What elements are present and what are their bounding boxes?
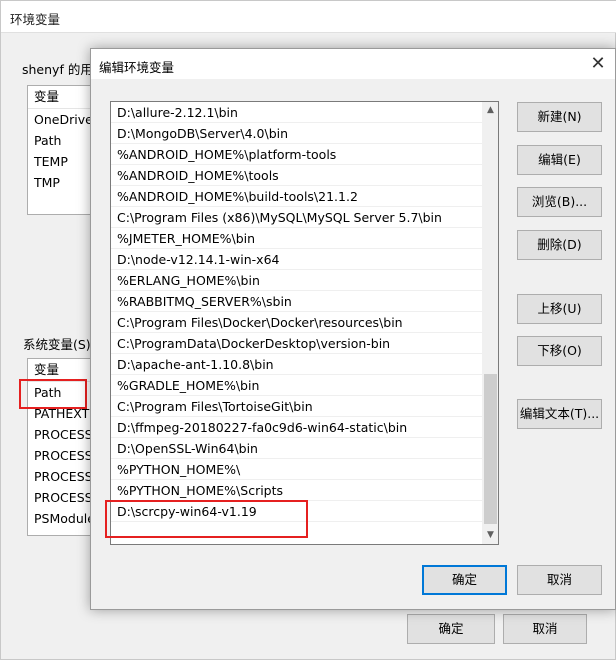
delete-button[interactable]: 删除(D) <box>517 230 602 260</box>
bg-cancel-button[interactable]: 取消 <box>503 614 587 644</box>
user-var-row[interactable]: OneDrive <box>28 109 96 130</box>
path-entry-row[interactable]: %GRADLE_HOME%\bin <box>111 375 482 396</box>
vertical-scrollbar[interactable]: ▲ ▼ <box>482 102 498 544</box>
bg-ok-button[interactable]: 确定 <box>407 614 495 644</box>
edit-button[interactable]: 编辑(E) <box>517 145 602 175</box>
path-entry-row[interactable]: %PYTHON_HOME%\Scripts <box>111 480 482 501</box>
system-var-row[interactable]: PROCESSO <box>28 487 96 508</box>
path-entry-row[interactable]: %JMETER_HOME%\bin <box>111 228 482 249</box>
path-entry-row[interactable]: D:\apache-ant-1.10.8\bin <box>111 354 482 375</box>
move-up-button[interactable]: 上移(U) <box>517 294 602 324</box>
path-entries-list[interactable]: D:\allure-2.12.1\bin D:\MongoDB\Server\4.… <box>110 101 499 545</box>
user-var-row[interactable]: TMP <box>28 172 96 193</box>
path-entry-row[interactable]: D:\allure-2.12.1\bin <box>111 102 482 123</box>
path-entry-row[interactable]: D:\ffmpeg-20180227-fa0c9d6-win64-static\… <box>111 417 482 438</box>
scrollbar-thumb[interactable] <box>484 374 497 524</box>
path-entry-row[interactable]: %ANDROID_HOME%\tools <box>111 165 482 186</box>
system-var-row[interactable]: PROCESSO <box>28 424 96 445</box>
edit-dialog-title: 编辑环境变量 <box>99 60 175 75</box>
path-entry-row[interactable]: C:\ProgramData\DockerDesktop\version-bin <box>111 333 482 354</box>
path-entry-row[interactable]: C:\Program Files\TortoiseGit\bin <box>111 396 482 417</box>
system-var-row[interactable]: PROCESSO <box>28 466 96 487</box>
path-entry-row[interactable]: D:\node-v12.14.1-win-x64 <box>111 249 482 270</box>
path-entry-row[interactable]: D:\OpenSSL-Win64\bin <box>111 438 482 459</box>
system-var-row[interactable]: PSModule <box>28 508 96 529</box>
path-entry-row[interactable]: D:\MongoDB\Server\4.0\bin <box>111 123 482 144</box>
path-entry-row[interactable]: C:\Program Files (x86)\MySQL\MySQL Serve… <box>111 207 482 228</box>
path-entry-row[interactable]: %ERLANG_HOME%\bin <box>111 270 482 291</box>
path-entry-row[interactable]: %RABBITMQ_SERVER%\sbin <box>111 291 482 312</box>
edit-environment-variable-dialog: 编辑环境变量 ✕ D:\allure-2.12.1\bin D:\MongoDB\… <box>90 48 616 610</box>
path-entry-row[interactable]: %PYTHON_HOME%\ <box>111 459 482 480</box>
path-entry-row[interactable]: %ANDROID_HOME%\platform-tools <box>111 144 482 165</box>
move-down-button[interactable]: 下移(O) <box>517 336 602 366</box>
cancel-button[interactable]: 取消 <box>517 565 602 595</box>
edit-title-bar: 编辑环境变量 ✕ <box>91 49 615 79</box>
new-button[interactable]: 新建(N) <box>517 102 602 132</box>
scroll-up-arrow-icon[interactable]: ▲ <box>482 102 498 119</box>
user-vars-list[interactable]: 变量 OneDrive Path TEMP TMP <box>27 85 97 215</box>
edit-text-button[interactable]: 编辑文本(T)... <box>517 399 602 429</box>
bg-dialog-title: 环境变量 <box>10 12 61 27</box>
ok-button[interactable]: 确定 <box>422 565 507 595</box>
path-entry-row[interactable]: C:\Program Files\Docker\Docker\resources… <box>111 312 482 333</box>
browse-button[interactable]: 浏览(B)... <box>517 187 602 217</box>
path-highlight-box <box>19 379 87 409</box>
path-entry-row[interactable]: %ANDROID_HOME%\build-tools\21.1.2 <box>111 186 482 207</box>
user-var-row[interactable]: Path <box>28 130 96 151</box>
scroll-down-arrow-icon[interactable]: ▼ <box>482 527 498 544</box>
user-var-row[interactable]: TEMP <box>28 151 96 172</box>
system-var-row[interactable]: PROCESSO <box>28 445 96 466</box>
close-icon[interactable]: ✕ <box>585 53 611 75</box>
new-entry-highlight-box <box>105 500 308 538</box>
system-vars-group-label: 系统变量(S) <box>23 337 91 352</box>
bg-title-bar: 环境变量 <box>1 1 616 33</box>
user-vars-list-header: 变量 <box>28 86 96 109</box>
